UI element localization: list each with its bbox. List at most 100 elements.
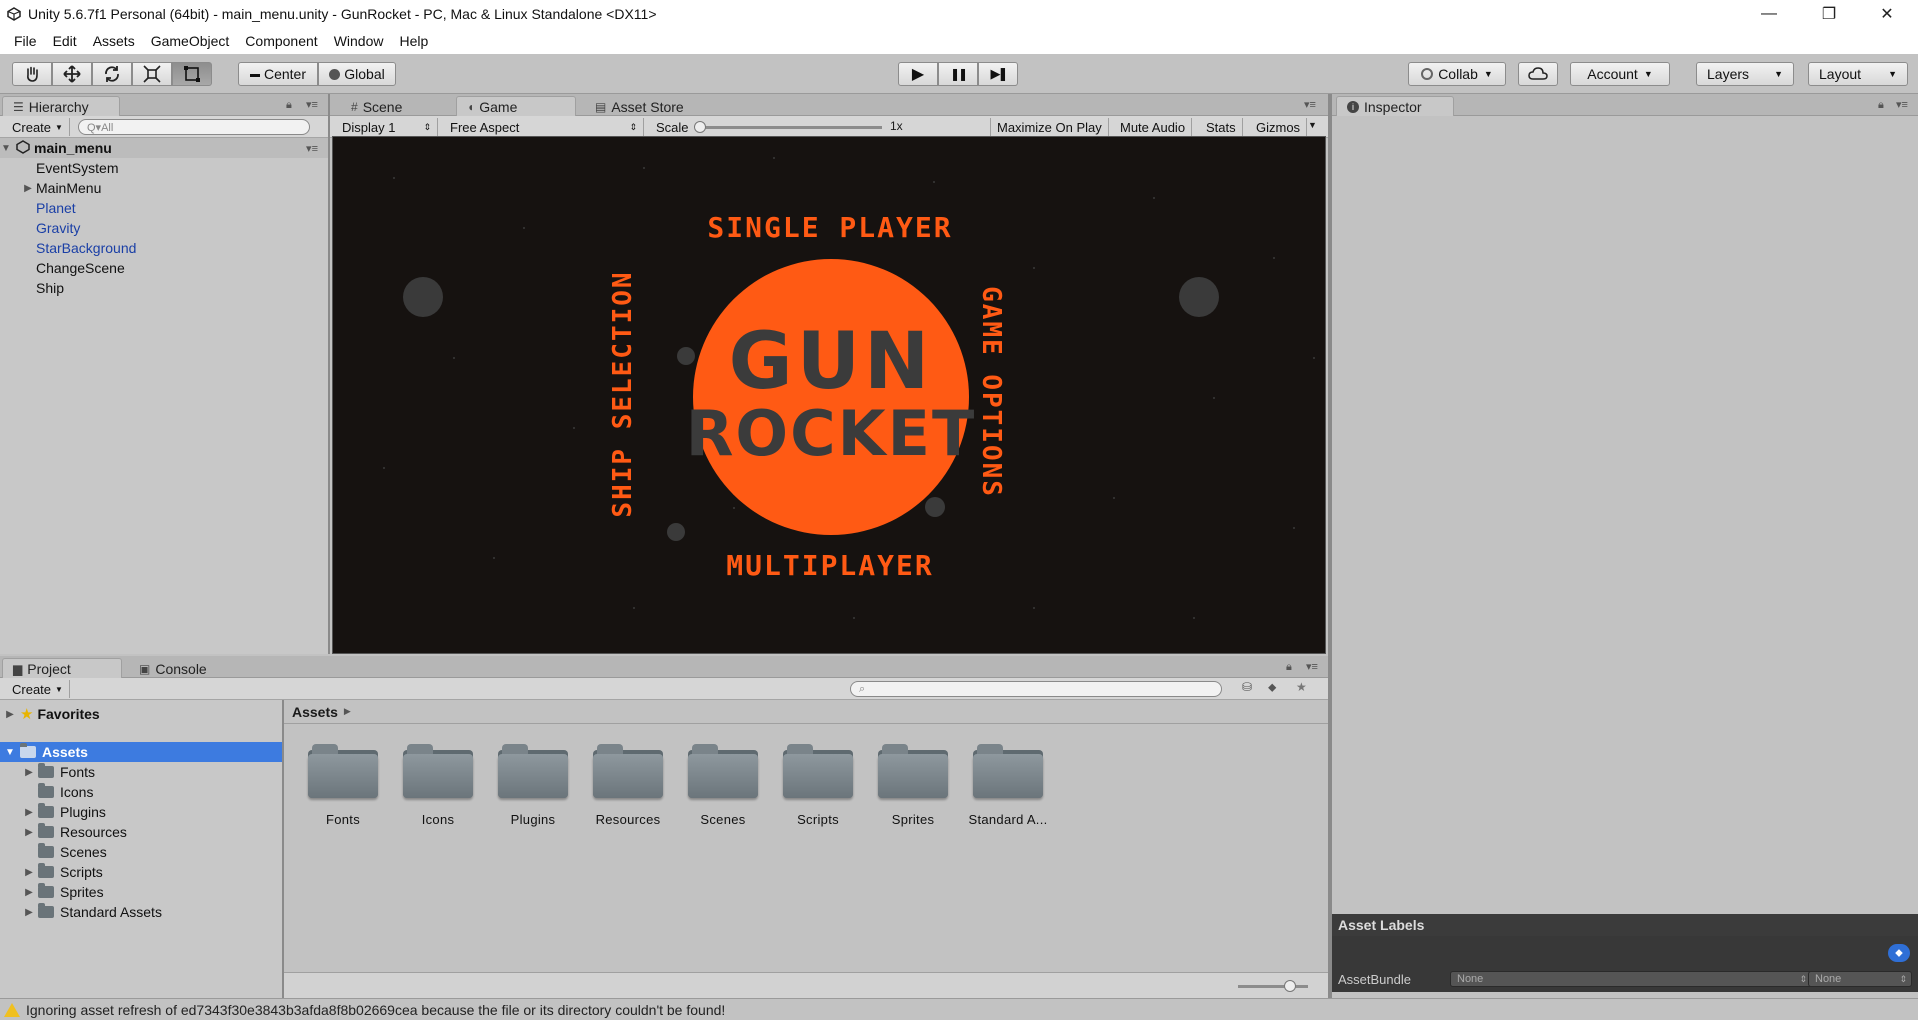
scale-tool-icon[interactable] [132,62,172,86]
game-options-button[interactable]: GAME OPTIONS [976,262,1006,522]
asset-folder[interactable]: Scripts [773,742,863,842]
multiplayer-button[interactable]: MULTIPLAYER [633,549,1027,582]
expand-arrow-icon[interactable]: ▶ [20,867,38,878]
tab-asset-store[interactable]: ▤ Asset Store [584,96,714,116]
asset-folder[interactable]: Scenes [678,742,768,842]
hierarchy-search-input[interactable]: Q▾All [78,119,310,135]
tree-folder[interactable]: ▶ Resources [20,822,280,842]
tab-inspector[interactable]: i Inspector [1336,96,1454,116]
panel-divider[interactable] [328,94,330,654]
icon-size-slider-track[interactable] [1238,985,1308,988]
ship-selection-button[interactable]: SHIP SELECTION [608,264,638,524]
menu-file[interactable]: File [6,33,45,49]
panel-menu-icon[interactable]: ▾≡ [1896,98,1908,111]
minimize-button[interactable]: — [1746,0,1792,28]
pause-button[interactable]: ❚❚ [938,62,978,86]
expand-arrow-icon[interactable]: ▶ [20,807,38,818]
variant-dropdown[interactable]: None ⇕ [1808,971,1912,987]
menu-window[interactable]: Window [326,33,392,49]
rotate-tool-icon[interactable] [92,62,132,86]
step-button[interactable]: ▶❚ [978,62,1018,86]
scene-menu-icon[interactable]: ▾≡ [306,142,318,155]
tree-folder[interactable]: ▶ Plugins [20,802,280,822]
aspect-dropdown[interactable]: Free Aspect ⇕ [444,118,644,136]
asset-folder[interactable]: Plugins [488,742,578,842]
panel-menu-icon[interactable]: ▾≡ [1306,660,1318,673]
hierarchy-item[interactable]: Gravity [24,218,324,238]
tree-folder[interactable]: Icons [20,782,280,802]
hierarchy-item[interactable]: StarBackground [24,238,324,258]
pivot-global-button[interactable]: Global [318,62,396,86]
close-button[interactable]: ✕ [1864,0,1910,28]
collab-button[interactable]: Collab ▼ [1408,62,1506,86]
project-create-button[interactable]: Create ▼ [6,680,70,698]
game-view[interactable]: SINGLE PLAYER MULTIPLAYER SHIP SELECTION… [332,136,1326,654]
assets-row[interactable]: ▼ Assets [0,742,282,762]
expand-arrow-icon[interactable]: ▶ [20,887,38,898]
cloud-button[interactable] [1518,62,1558,86]
display-dropdown[interactable]: Display 1 ⇕ [336,118,438,136]
tree-folder[interactable]: ▶ Sprites [20,882,280,902]
lock-icon[interactable]: 🔒︎ [1878,99,1884,112]
hierarchy-create-button[interactable]: Create ▼ [6,118,70,136]
layers-dropdown[interactable]: Layers ▼ [1696,62,1794,86]
menu-edit[interactable]: Edit [45,33,85,49]
tab-project[interactable]: ▆ Project [2,658,122,678]
maximize-button[interactable]: ❐ [1806,0,1852,28]
tree-folder[interactable]: ▶ Scripts [20,862,280,882]
asset-folder[interactable]: Resources [583,742,673,842]
tab-scene[interactable]: # Scene [340,96,432,116]
asset-folder[interactable]: Icons [393,742,483,842]
pivot-center-button[interactable]: ▬ Center [238,62,318,86]
tab-console[interactable]: ▣ Console [128,658,238,678]
tag-icon[interactable]: ⬥ [1888,944,1910,962]
status-bar[interactable]: Ignoring asset refresh of ed7343f30e3843… [0,998,1918,1020]
menu-component[interactable]: Component [237,33,325,49]
hierarchy-item[interactable]: Planet [24,198,324,218]
hierarchy-item[interactable]: ▶ MainMenu [20,178,320,198]
lock-icon[interactable]: 🔒︎ [286,99,292,112]
expand-arrow-icon[interactable]: ▶ [20,907,38,918]
layout-dropdown[interactable]: Layout ▼ [1808,62,1908,86]
assetbundle-dropdown[interactable]: None ⇕ [1450,971,1812,987]
move-tool-icon[interactable] [52,62,92,86]
panel-menu-icon[interactable]: ▾≡ [1304,98,1316,111]
maximize-on-play-toggle[interactable]: Maximize On Play [990,118,1109,136]
hand-tool-icon[interactable] [12,62,52,86]
asset-folder[interactable]: Standard A... [963,742,1053,842]
filter-label-icon[interactable]: ⬥ [1268,680,1276,695]
rect-tool-icon[interactable] [172,62,212,86]
scene-row[interactable]: ▼ main_menu ▾≡ [0,138,328,158]
expand-arrow-icon[interactable]: ▶ [20,827,38,838]
expand-arrow-icon[interactable]: ▶ [20,767,38,778]
chevron-down-icon[interactable]: ▼ [1308,120,1317,130]
play-button[interactable]: ▶ [898,62,938,86]
tree-folder[interactable]: ▶ Standard Assets [20,902,280,922]
hierarchy-item[interactable]: EventSystem [24,158,324,178]
lock-icon[interactable]: 🔒︎ [1286,661,1292,674]
panel-menu-icon[interactable]: ▾≡ [306,98,318,111]
tree-folder[interactable]: Scenes [20,842,280,862]
project-search-input[interactable]: ⌕ [850,681,1222,697]
scale-slider-track[interactable] [696,126,882,129]
single-player-button[interactable]: SINGLE PLAYER [633,211,1027,244]
menu-gameobject[interactable]: GameObject [143,33,238,49]
menu-help[interactable]: Help [391,33,436,49]
account-dropdown[interactable]: Account ▼ [1570,62,1670,86]
filter-type-icon[interactable]: ⛁ [1242,680,1252,694]
expand-arrow-icon[interactable]: ▶ [20,183,36,194]
asset-folder[interactable]: Sprites [868,742,958,842]
hierarchy-item[interactable]: ChangeScene [24,258,324,278]
stats-toggle[interactable]: Stats [1200,118,1243,136]
tab-game[interactable]: ◖ Game [456,96,576,116]
scale-slider-thumb[interactable] [694,121,706,133]
icon-size-slider-thumb[interactable] [1284,980,1296,992]
asset-folder[interactable]: Fonts [298,742,388,842]
tree-folder[interactable]: ▶ Fonts [20,762,280,782]
tab-hierarchy[interactable]: ☰ Hierarchy [2,96,120,116]
breadcrumb-assets[interactable]: Assets [292,704,338,720]
hierarchy-item[interactable]: Ship [24,278,324,298]
expand-arrow-icon[interactable]: ▶ [0,709,20,720]
expand-arrow-icon[interactable]: ▼ [0,747,20,758]
expand-arrow-icon[interactable]: ▼ [0,143,12,154]
